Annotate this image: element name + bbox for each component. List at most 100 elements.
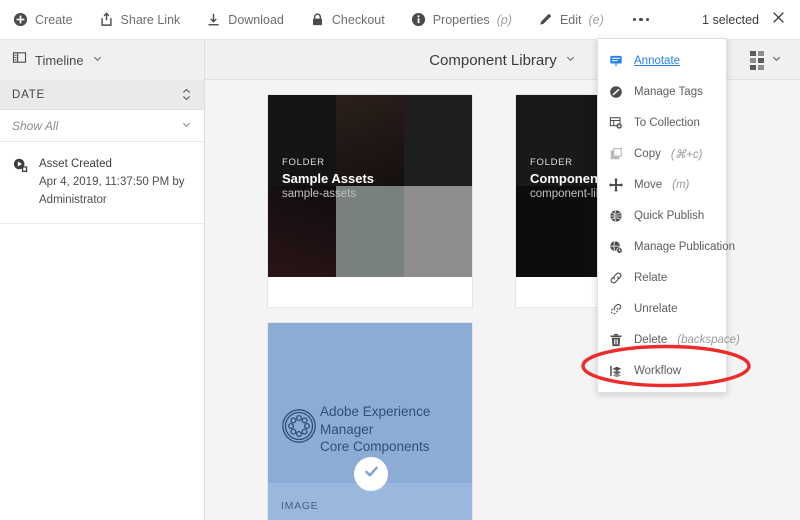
image-title-line-1: Adobe Experience Manager bbox=[320, 404, 431, 437]
menu-item-shortcut: (m) bbox=[672, 178, 690, 191]
folder-name: Sample Assets bbox=[282, 171, 375, 186]
asset-card-folder[interactable]: FOLDER Sample Assets sample-assets bbox=[268, 95, 472, 307]
menu-item-unrelate[interactable]: Unrelate bbox=[598, 293, 726, 324]
chevron-down-icon bbox=[181, 117, 192, 135]
add-to-collection-icon bbox=[607, 116, 624, 130]
view-switcher[interactable] bbox=[742, 40, 790, 80]
menu-item-to-collection[interactable]: To Collection bbox=[598, 107, 726, 138]
menu-item-copy[interactable]: Copy (⌘+c) bbox=[598, 138, 726, 169]
menu-item-label: Delete bbox=[634, 333, 668, 346]
menu-item-label: Quick Publish bbox=[634, 209, 705, 222]
create-button[interactable]: Create bbox=[0, 0, 86, 40]
folder-slug: sample-assets bbox=[282, 188, 357, 200]
create-label: Create bbox=[35, 12, 73, 27]
sort-updown-icon[interactable] bbox=[181, 88, 192, 101]
grid-cell bbox=[750, 64, 756, 70]
menu-item-label: Annotate bbox=[634, 54, 681, 67]
checkout-label: Checkout bbox=[331, 12, 385, 27]
timeline-event-body: Asset Created Apr 4, 2019, 11:37:50 PM b… bbox=[39, 156, 192, 209]
menu-item-delete[interactable]: Delete (backspace) bbox=[598, 324, 740, 355]
grid-cell bbox=[758, 50, 764, 56]
grid-view-icon bbox=[750, 50, 764, 70]
asset-created-icon bbox=[12, 157, 29, 209]
broken-link-icon bbox=[607, 302, 624, 316]
image-title-line-2: Core Components bbox=[320, 439, 430, 455]
menu-item-move[interactable]: Move (m) bbox=[598, 169, 726, 200]
check-circle-icon bbox=[362, 462, 381, 486]
rail-filter-value: Show All bbox=[12, 118, 59, 133]
annotate-icon bbox=[607, 54, 624, 68]
globe-publish-icon bbox=[607, 209, 624, 223]
grid-cell bbox=[758, 64, 764, 70]
rail-header-label: DATE bbox=[12, 88, 46, 101]
more-actions-menu: Annotate Manage Tags To Collection Copy … bbox=[597, 38, 740, 393]
page-title[interactable]: Component Library bbox=[429, 52, 557, 69]
menu-item-manage-tags[interactable]: Manage Tags bbox=[598, 76, 726, 107]
image-thumbnail: Adobe Experience Manager Core Components bbox=[268, 323, 472, 491]
selection-check-badge[interactable] bbox=[354, 457, 388, 491]
menu-item-annotate[interactable]: Annotate bbox=[598, 45, 726, 76]
aem-core-components-logo-icon bbox=[280, 407, 318, 450]
chevron-down-icon[interactable] bbox=[565, 51, 576, 69]
lock-icon bbox=[310, 12, 325, 27]
share-link-label: Share Link bbox=[120, 12, 181, 27]
image-title: Adobe Experience Manager Core Components bbox=[320, 403, 470, 456]
menu-item-label: Copy bbox=[634, 147, 661, 160]
menu-item-label: Manage Tags bbox=[634, 85, 703, 98]
menu-item-label: To Collection bbox=[634, 116, 700, 129]
share-link-button[interactable]: Share Link bbox=[86, 0, 194, 40]
trash-icon bbox=[607, 333, 624, 347]
menu-item-label: Relate bbox=[634, 271, 668, 284]
ellipsis-icon bbox=[645, 17, 650, 22]
timeline-event-title: Asset Created bbox=[39, 158, 112, 170]
menu-item-shortcut: (⌘+c) bbox=[670, 148, 703, 161]
folder-thumbnail: FOLDER Sample Assets sample-assets bbox=[268, 95, 472, 277]
info-icon bbox=[411, 12, 426, 27]
grid-cell bbox=[750, 50, 756, 56]
more-actions-button[interactable] bbox=[617, 0, 666, 40]
ellipsis-icon bbox=[639, 17, 643, 22]
edit-button[interactable]: Edit (e) bbox=[525, 0, 617, 40]
menu-item-quick-publish[interactable]: Quick Publish bbox=[598, 200, 726, 231]
timeline-label: Timeline bbox=[35, 52, 84, 68]
menu-item-label: Move bbox=[634, 178, 663, 191]
edit-shortcut: (e) bbox=[588, 12, 604, 27]
copy-icon bbox=[607, 147, 624, 161]
edit-label: Edit bbox=[559, 12, 582, 27]
selection-count: 1 selected bbox=[702, 12, 759, 27]
menu-item-label: Manage Publication bbox=[634, 240, 736, 253]
globe-clock-icon bbox=[607, 240, 624, 254]
folder-kind-label: FOLDER bbox=[282, 157, 325, 168]
menu-item-shortcut: (backspace) bbox=[677, 333, 740, 346]
link-icon bbox=[607, 271, 624, 285]
timeline-rail: DATE Show All Asset Created Apr 4, 2019,… bbox=[0, 80, 205, 520]
close-selection-button[interactable] bbox=[767, 10, 800, 30]
action-toolbar: Create Share Link Download Checkout Prop bbox=[0, 0, 800, 40]
menu-item-label: Workflow bbox=[634, 364, 682, 377]
timeline-panel-icon bbox=[12, 50, 27, 70]
timeline-event[interactable]: Asset Created Apr 4, 2019, 11:37:50 PM b… bbox=[0, 142, 204, 225]
grid-cell bbox=[750, 57, 756, 63]
folder-meta: FOLDER Sample Assets sample-assets bbox=[282, 157, 374, 200]
rail-header: DATE bbox=[0, 80, 204, 110]
ellipsis-icon bbox=[632, 17, 637, 22]
properties-shortcut: (p) bbox=[496, 12, 512, 27]
download-icon bbox=[206, 12, 221, 27]
plus-circle-icon bbox=[13, 12, 28, 27]
chevron-down-icon bbox=[92, 51, 103, 69]
image-kind-label: IMAGE bbox=[281, 500, 319, 512]
menu-item-manage-publication[interactable]: Manage Publication bbox=[598, 231, 735, 262]
pencil-icon bbox=[538, 12, 553, 27]
timeline-selector[interactable]: Timeline bbox=[0, 40, 205, 80]
checkout-button[interactable]: Checkout bbox=[297, 0, 398, 40]
move-icon bbox=[607, 177, 624, 192]
aem-assets-screen: Create Share Link Download Checkout Prop bbox=[0, 0, 800, 520]
rail-filter-select[interactable]: Show All bbox=[0, 110, 204, 142]
tag-block-icon bbox=[607, 85, 624, 99]
menu-item-workflow[interactable]: Workflow bbox=[598, 355, 726, 386]
menu-item-relate[interactable]: Relate bbox=[598, 262, 726, 293]
properties-button[interactable]: Properties (p) bbox=[398, 0, 525, 40]
chevron-down-icon bbox=[771, 51, 782, 69]
asset-card-image-selected[interactable]: Adobe Experience Manager Core Components… bbox=[268, 323, 472, 520]
download-button[interactable]: Download bbox=[193, 0, 297, 40]
